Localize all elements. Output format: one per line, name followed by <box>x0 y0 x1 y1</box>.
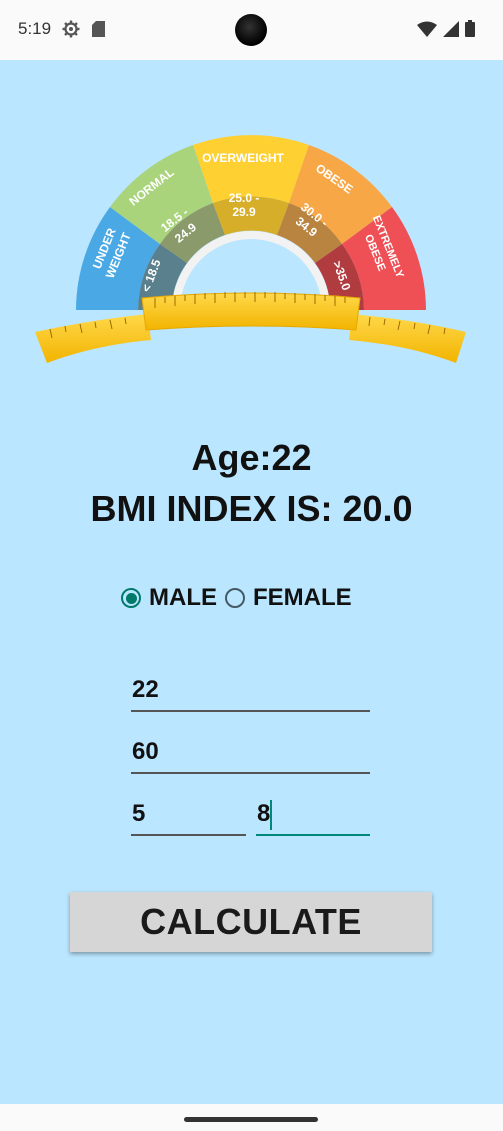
weight-input-value: 60 <box>132 738 159 765</box>
status-right-icons <box>417 20 475 37</box>
calculate-button[interactable]: CALCULATE <box>70 892 432 952</box>
label-overweight: OVERWEIGHT <box>202 151 284 165</box>
sd-card-icon <box>92 21 105 37</box>
female-label[interactable]: FEMALE <box>253 584 352 612</box>
svg-text:29.9: 29.9 <box>232 205 256 219</box>
height-inches-value: 8 <box>257 800 271 827</box>
camera-cutout <box>235 14 267 46</box>
male-radio[interactable] <box>121 588 141 608</box>
age-input[interactable]: 22 <box>131 676 370 712</box>
status-left-icons <box>62 20 105 38</box>
height-feet-input[interactable]: 5 <box>131 800 246 836</box>
signal-icon <box>443 20 459 37</box>
bmi-gauge-image: UNDER WEIGHT NORMAL OVERWEIGHT OBESE EXT… <box>35 135 466 363</box>
settings-icon <box>62 20 80 38</box>
navigation-bar <box>0 1104 503 1131</box>
status-bar: 5:19 <box>0 0 503 60</box>
height-feet-value: 5 <box>132 800 146 827</box>
weight-input[interactable]: 60 <box>131 738 370 774</box>
range-overweight: 25.0 - <box>229 191 260 205</box>
status-time: 5:19 <box>18 19 52 38</box>
height-inches-input[interactable]: 8 <box>256 800 370 836</box>
age-input-value: 22 <box>132 676 159 703</box>
app-content: UNDER WEIGHT NORMAL OVERWEIGHT OBESE EXT… <box>0 60 503 1104</box>
bmi-result: BMI INDEX IS: 20.0 <box>90 488 413 529</box>
home-gesture-handle[interactable] <box>184 1117 318 1122</box>
age-result: Age:22 <box>191 437 312 478</box>
text-cursor <box>270 800 272 830</box>
battery-icon <box>465 20 475 37</box>
wifi-icon <box>417 21 437 37</box>
female-radio[interactable] <box>225 588 245 608</box>
radio-selected-dot <box>125 592 137 604</box>
gender-radio-group: MALE FEMALE <box>121 584 360 612</box>
male-label[interactable]: MALE <box>149 584 217 612</box>
